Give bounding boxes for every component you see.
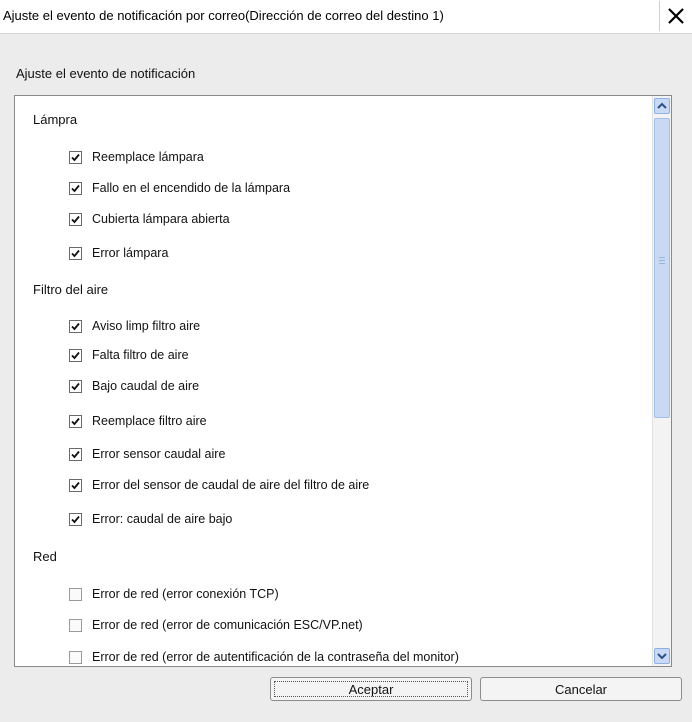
checkmark-icon	[71, 382, 80, 390]
scroll-up-button[interactable]	[654, 98, 670, 114]
thumb-grip-line	[659, 263, 665, 264]
checkbox-label: Error sensor caudal aire	[92, 447, 226, 461]
scroll-thumb[interactable]	[654, 118, 670, 418]
scroll-down-button[interactable]	[654, 648, 670, 664]
thumb-grip-line	[659, 260, 665, 261]
title-bar: Ajuste el evento de notificación por cor…	[0, 0, 692, 34]
checkbox-item[interactable]: Reemplace filtro aire	[69, 412, 207, 430]
checkbox-item[interactable]: Error sensor caudal aire	[69, 445, 225, 463]
list-content: Lámpra Reemplace lámpara Fallo en el encen…	[15, 96, 651, 666]
checkbox-label: Fallo en el encendido de la lámpara	[92, 181, 291, 195]
accept-button[interactable]: Aceptar	[270, 677, 472, 701]
checkbox-item[interactable]: Aviso limp filtro aire	[69, 317, 200, 335]
checkbox-checked[interactable]	[69, 319, 82, 333]
checkbox-item[interactable]: Reemplace lámpara	[69, 148, 204, 166]
checkbox-unchecked[interactable]	[69, 587, 82, 601]
checkmark-icon	[71, 450, 80, 458]
checkbox-checked[interactable]	[69, 150, 82, 164]
checkmark-icon	[71, 215, 80, 223]
checkbox-item[interactable]: Error del sensor de caudal de aire del f…	[69, 476, 369, 494]
checkbox-label: Error: caudal de aire bajo	[92, 512, 233, 526]
checkbox-item[interactable]: Error de red (error conexión TCP)	[69, 585, 279, 603]
checkbox-unchecked[interactable]	[69, 618, 82, 632]
checkbox-label: Bajo caudal de aire	[92, 379, 200, 393]
checkmark-icon	[71, 153, 80, 161]
checkmark-icon	[71, 417, 80, 425]
checkbox-item[interactable]: Fallo en el encendido de la lámpara	[69, 179, 290, 197]
checkbox-label: Error lámpara	[92, 246, 169, 260]
checkbox-label: Error de red (error de autentificación d…	[92, 650, 459, 664]
scroll-down-arrow-icon	[657, 653, 667, 660]
checkbox-item[interactable]: Falta filtro de aire	[69, 346, 189, 364]
group-label: Lámpra	[33, 112, 78, 127]
close-x-icon	[668, 8, 684, 24]
checkbox-item[interactable]: Error lámpara	[69, 244, 168, 262]
checkbox-item[interactable]: Error: caudal de aire bajo	[69, 510, 232, 528]
checkbox-checked[interactable]	[69, 447, 82, 461]
checkbox-checked[interactable]	[69, 246, 82, 260]
checkbox-checked[interactable]	[69, 181, 82, 195]
checkbox-label: Reemplace lámpara	[92, 150, 204, 164]
checkbox-label: Reemplace filtro aire	[92, 414, 207, 428]
checkbox-checked[interactable]	[69, 478, 82, 492]
checkmark-icon	[71, 249, 80, 257]
thumb-grip-line	[659, 257, 665, 258]
checkbox-item[interactable]: Error de red (error de comunicación ESC/…	[69, 616, 363, 634]
checkbox-checked[interactable]	[69, 348, 82, 362]
checkbox-label: Error de red (error de comunicación ESC/…	[92, 618, 363, 632]
checkbox-checked[interactable]	[69, 512, 82, 526]
window-title: Ajuste el evento de notificación por cor…	[3, 8, 444, 23]
checkmark-icon	[71, 322, 80, 330]
cancel-button[interactable]: Cancelar	[480, 677, 682, 701]
group-label: Filtro del aire	[33, 282, 109, 297]
group-label: Red	[33, 549, 57, 564]
checkbox-label: Error del sensor de caudal de aire del f…	[92, 478, 370, 492]
checkbox-checked[interactable]	[69, 379, 82, 393]
notification-event-list[interactable]: Lámpra Reemplace lámpara Fallo en el encen…	[14, 95, 672, 667]
checkbox-checked[interactable]	[69, 414, 82, 428]
checkbox-unchecked[interactable]	[69, 650, 82, 664]
checkmark-icon	[71, 515, 80, 523]
checkbox-label: Cubierta lámpara abierta	[92, 212, 230, 226]
cancel-button-label: Cancelar	[554, 681, 608, 697]
scroll-up-arrow-icon	[657, 102, 667, 109]
close-button[interactable]	[659, 1, 692, 31]
checkmark-icon	[71, 351, 80, 359]
checkbox-checked[interactable]	[69, 212, 82, 226]
focus-rectangle	[274, 681, 468, 697]
checkmark-icon	[71, 184, 80, 192]
checkmark-icon	[71, 481, 80, 489]
checkbox-label: Aviso limp filtro aire	[92, 319, 201, 333]
checkbox-item[interactable]: Bajo caudal de aire	[69, 377, 199, 395]
checkbox-item[interactable]: Cubierta lámpara abierta	[69, 210, 230, 228]
section-label: Ajuste el evento de notificación	[16, 66, 196, 81]
checkbox-label: Error de red (error conexión TCP)	[92, 587, 279, 601]
dialog-body: Ajuste el evento de notificación Lámpra R…	[0, 34, 692, 722]
vertical-scrollbar[interactable]	[652, 96, 671, 666]
checkbox-label: Falta filtro de aire	[92, 348, 189, 362]
checkbox-item[interactable]: Error de red (error de autentificación d…	[69, 648, 459, 666]
